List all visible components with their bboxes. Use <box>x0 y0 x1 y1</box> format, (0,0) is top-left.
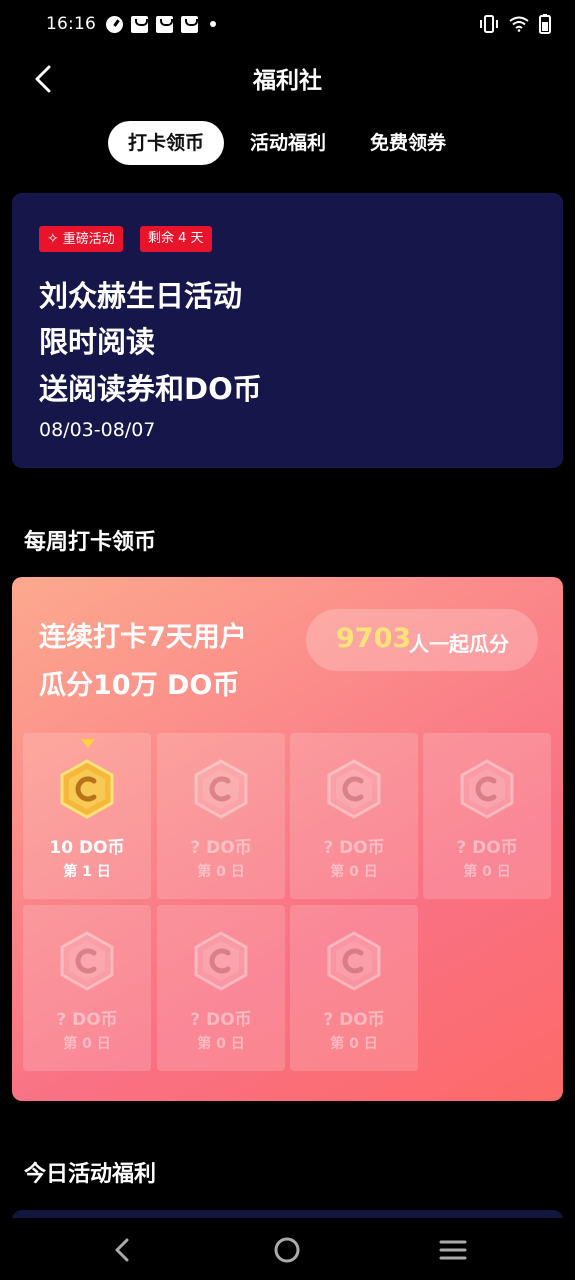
checkin-day-cell[interactable]: ? DO币 第 0 日 <box>23 905 151 1071</box>
participants-suffix: 人一起瓜分 <box>409 632 509 656</box>
day-number: 第 0 日 <box>330 1036 378 1052</box>
day-number: 第 0 日 <box>463 864 511 880</box>
day-number: 第 0 日 <box>63 1036 111 1052</box>
gold-coin-icon <box>60 759 114 819</box>
day-reward: ? DO币 <box>190 1010 252 1030</box>
tab-bar: 打卡领币 活动福利 免费领券 <box>0 121 575 167</box>
tab-free-coupons[interactable]: 免费领券 <box>358 121 458 165</box>
system-nav-bar <box>0 1218 575 1280</box>
day-reward: 10 DO币 <box>49 838 125 858</box>
checkin-day-cell[interactable]: ? DO币 第 0 日 <box>290 905 418 1071</box>
banner-title-line: 限时阅读 <box>39 325 156 359</box>
days-remaining-badge: 剩余 4 天 <box>140 226 212 252</box>
page-title: 福利社 <box>253 68 322 94</box>
status-bar: 16:16 <box>0 0 575 48</box>
checkin-day-cell[interactable]: 10 DO币 第 1 日 <box>23 733 151 899</box>
nav-back-icon <box>115 1238 129 1262</box>
weekly-checkin-card: 连续打卡7天用户 瓜分10万 DO币 9703 人一起瓜分 10 DO币 第 1… <box>12 577 563 1101</box>
tab-checkin-coins[interactable]: 打卡领币 <box>108 121 224 165</box>
participants-pill: 9703 人一起瓜分 <box>306 609 538 671</box>
sparkle-icon: ✧ <box>47 231 59 247</box>
tab-activity-benefits[interactable]: 活动福利 <box>238 121 338 165</box>
day-reward: ? DO币 <box>56 1010 118 1030</box>
nav-home-icon <box>274 1237 300 1263</box>
nav-back-button[interactable] <box>106 1234 138 1266</box>
speed-icon <box>106 15 123 33</box>
nav-recents-button[interactable] <box>437 1234 469 1266</box>
today-benefits-heading: 今日活动福利 <box>24 1162 157 1187</box>
weekly-checkin-heading: 每周打卡领币 <box>24 530 157 555</box>
featured-event-badge: ✧ 重磅活动 <box>39 226 123 252</box>
vibrate-icon <box>480 15 498 33</box>
checkin-day-cell[interactable]: ? DO币 第 0 日 <box>423 733 551 899</box>
day-number: 第 0 日 <box>330 864 378 880</box>
checkin-day-cell[interactable]: ? DO币 第 0 日 <box>290 733 418 899</box>
day-number: 第 0 日 <box>197 1036 245 1052</box>
shopping-bag-icon <box>131 15 148 33</box>
weekly-card-headline: 连续打卡7天用户 <box>39 622 247 653</box>
participants-count: 9703 <box>336 623 412 654</box>
shopping-bag-icon <box>181 15 198 33</box>
weekly-card-headline: 瓜分10万 DO币 <box>39 670 240 701</box>
locked-coin-icon <box>327 931 381 991</box>
wifi-icon <box>509 16 529 32</box>
shopping-bag-icon <box>156 15 173 33</box>
banner-title-line: 送阅读券和DO币 <box>39 372 262 406</box>
checkin-day-cell[interactable]: ? DO币 第 0 日 <box>157 733 285 899</box>
nav-home-button[interactable] <box>271 1234 303 1266</box>
day-number: 第 0 日 <box>197 864 245 880</box>
day-reward: ? DO币 <box>323 838 385 858</box>
day-reward: ? DO币 <box>190 838 252 858</box>
banner-dates: 08/03-08/07 <box>39 419 156 441</box>
banner-title-line: 刘众赫生日活动 <box>39 279 243 313</box>
locked-coin-icon <box>60 931 114 991</box>
status-time: 16:16 <box>46 14 96 34</box>
locked-coin-icon <box>194 759 248 819</box>
more-notifications-dot-icon <box>210 21 216 27</box>
battery-icon <box>539 14 551 34</box>
event-banner[interactable]: ✧ 重磅活动 剩余 4 天 刘众赫生日活动 限时阅读 送阅读券和DO币 08/03… <box>12 193 563 468</box>
current-day-marker-icon <box>81 739 95 748</box>
day-reward: ? DO币 <box>456 838 518 858</box>
checkin-day-cell[interactable]: ? DO币 第 0 日 <box>157 905 285 1071</box>
locked-coin-icon <box>327 759 381 819</box>
day-reward: ? DO币 <box>323 1010 385 1030</box>
locked-coin-icon <box>460 759 514 819</box>
header: 福利社 <box>0 52 575 104</box>
nav-menu-icon <box>439 1240 467 1260</box>
locked-coin-icon <box>194 931 248 991</box>
day-number: 第 1 日 <box>63 864 111 880</box>
